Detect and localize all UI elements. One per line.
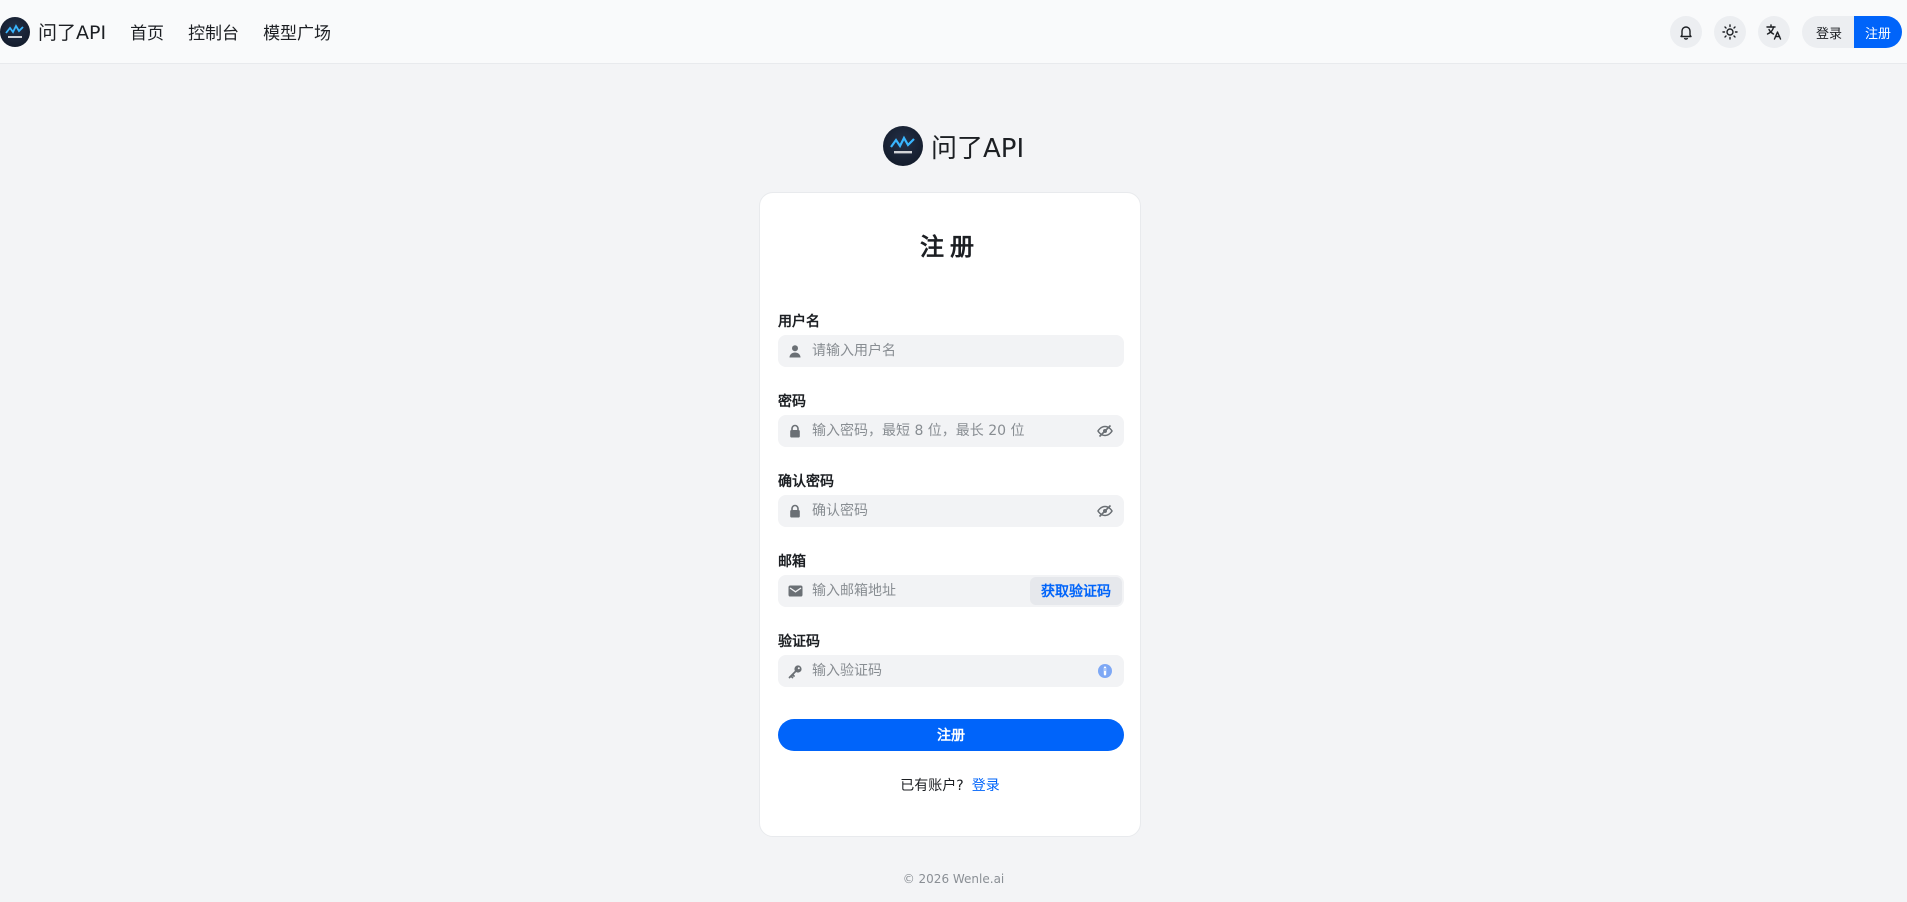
code-input[interactable] [812,655,1096,687]
register-card: 注册 用户名 密码 确认密码 [759,192,1141,837]
password-label: 密码 [778,394,806,410]
header-tools: 登录 注册 [1669,16,1902,48]
username-field-group: 用户名 [778,311,1124,367]
brand-name: 问了API [38,22,107,44]
center-brand-logo [883,126,923,166]
username-label: 用户名 [778,314,820,330]
main-nav: 首页 控制台 模型广场 [130,19,331,44]
confirm-password-field-group: 确认密码 [778,471,1124,527]
sun-icon [1722,24,1738,40]
get-code-button[interactable]: 获取验证码 [1030,577,1122,605]
confirm-password-label: 确认密码 [778,474,834,490]
nav-console[interactable]: 控制台 [188,19,239,44]
notification-button[interactable] [1669,16,1702,48]
email-input-wrap: 获取验证码 [778,575,1124,607]
key-icon [787,663,803,679]
username-input[interactable] [812,335,1124,367]
confirm-password-input[interactable] [812,495,1096,527]
register-submit-button[interactable]: 注册 [778,719,1124,751]
language-button[interactable] [1757,16,1790,48]
eye-slash-icon[interactable] [1096,502,1114,520]
nav-home[interactable]: 首页 [130,19,164,44]
email-input[interactable] [812,575,1030,607]
code-field-group: 验证码 [778,631,1124,687]
password-input-wrap [778,415,1124,447]
password-field-group: 密码 [778,391,1124,447]
eye-slash-icon[interactable] [1096,422,1114,440]
login-link[interactable]: 登录 [972,778,1000,794]
form-title: 注册 [920,233,980,261]
email-field-group: 邮箱 获取验证码 [778,551,1124,607]
username-input-wrap [778,335,1124,367]
password-input[interactable] [812,415,1096,447]
header-register-button[interactable]: 注册 [1853,16,1902,48]
code-label: 验证码 [778,634,820,650]
auth-buttons: 登录 注册 [1801,16,1902,48]
email-label: 邮箱 [778,554,806,570]
have-account-text: 已有账户? [900,778,964,794]
center-brand-name: 问了API [931,133,1025,164]
copyright: © 2026 Wenle.ai [902,872,1005,886]
translate-icon [1766,24,1782,40]
center-brand: 问了API [883,126,1024,166]
password-manager-icon[interactable] [1096,662,1114,680]
bell-icon [1680,26,1692,40]
brand-logo [0,16,30,47]
header-login-button[interactable]: 登录 [1801,16,1854,48]
lock-icon [787,503,803,519]
header-brand[interactable]: 问了API [0,0,106,64]
login-prompt: 已有账户? 登录 [760,775,1140,795]
nav-model-plaza[interactable]: 模型广场 [263,19,331,44]
user-icon [787,343,803,359]
mail-icon [787,583,803,599]
theme-toggle-button[interactable] [1713,16,1746,48]
top-header: 问了API 首页 控制台 模型广场 登录 注册 [0,0,1907,64]
lock-icon [787,423,803,439]
confirm-password-input-wrap [778,495,1124,527]
code-input-wrap [778,655,1124,687]
